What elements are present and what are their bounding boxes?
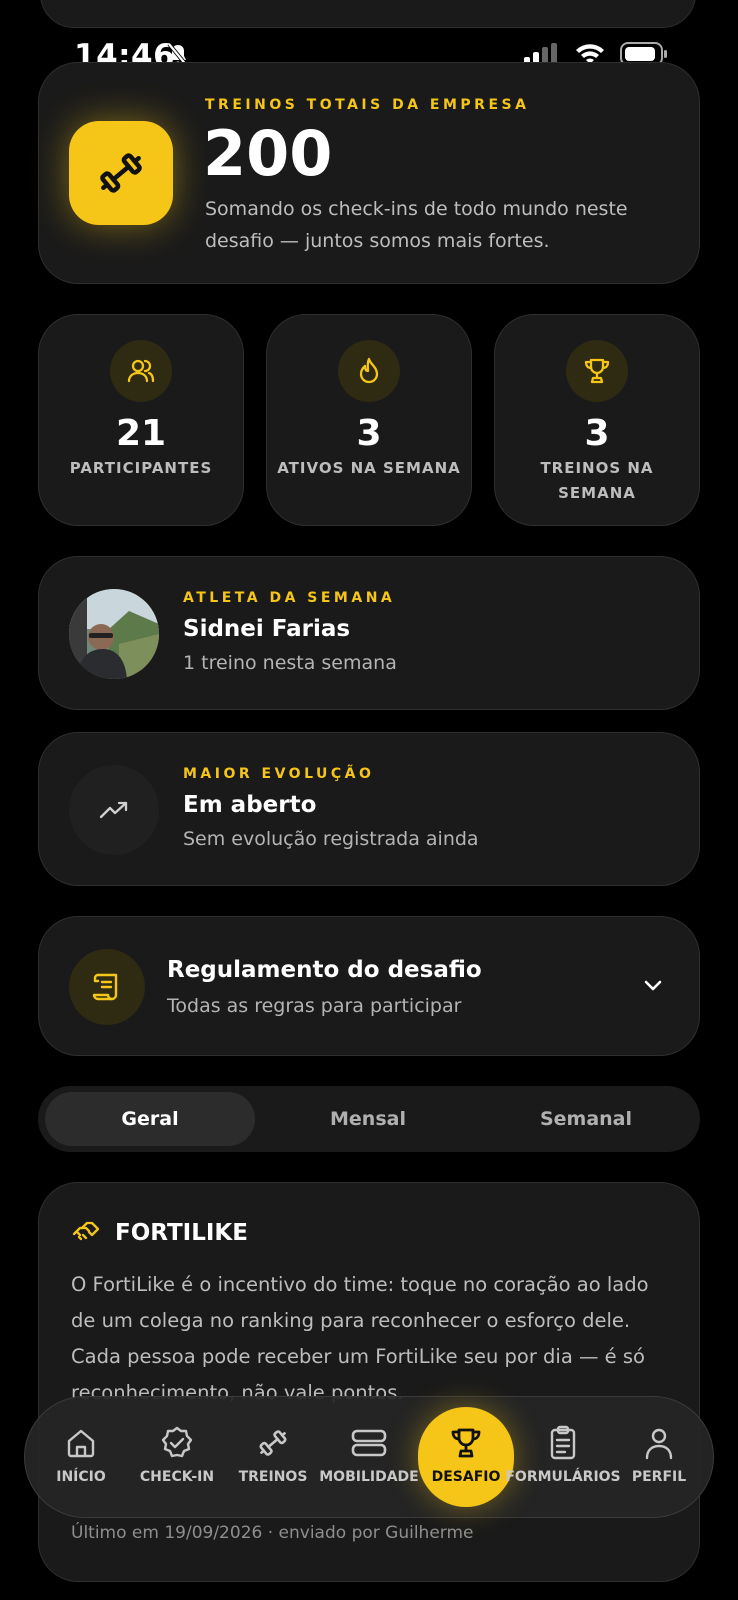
- athlete-name: Sidnei Farias: [183, 616, 351, 642]
- nav-item-formularios[interactable]: FORMULÁRIOS: [505, 1397, 621, 1517]
- stat-label: ATIVOS NA SEMANA: [277, 459, 461, 477]
- fortilike-footer: Último em 19/09/2026 · enviado por Guilh…: [71, 1523, 474, 1543]
- check-badge-icon: [129, 1423, 225, 1463]
- fortilike-title: FORTILIKE: [115, 1220, 248, 1246]
- person-icon: [611, 1423, 707, 1463]
- evolution-eyebrow: MAIOR EVOLUÇÃO: [183, 766, 375, 782]
- ranking-period-tabs: Geral Mensal Semanal: [38, 1086, 700, 1152]
- avatar: [69, 589, 159, 679]
- scroll-icon: [69, 949, 145, 1025]
- totals-value: 200: [203, 117, 333, 190]
- trending-up-icon: [69, 765, 159, 855]
- athlete-detail: 1 treino nesta semana: [183, 652, 397, 674]
- stat-label: TREINOS NA SEMANA: [540, 459, 654, 502]
- chevron-down-icon: [641, 973, 665, 1001]
- stat-value: 3: [584, 413, 610, 454]
- total-workouts-card: TREINOS TOTAIS DA EMPRESA 200 Somando os…: [38, 62, 700, 284]
- handshake-icon: [71, 1217, 101, 1249]
- dumbbell-icon: [69, 121, 173, 225]
- rules-title: Regulamento do desafio: [167, 957, 482, 983]
- rules-subtitle: Todas as regras para participar: [167, 995, 462, 1017]
- totals-description: Somando os check-ins de todo mundo neste…: [205, 198, 628, 252]
- home-icon: [33, 1423, 129, 1463]
- stat-label: PARTICIPANTES: [69, 459, 213, 477]
- nav-item-mobilidade[interactable]: MOBILIDADE: [319, 1397, 419, 1517]
- athlete-of-week-card[interactable]: ATLETA DA SEMANA Sidnei Farias 1 treino …: [38, 556, 700, 710]
- stat-participants: 21 PARTICIPANTES: [38, 314, 244, 526]
- tab-semanal[interactable]: Semanal: [481, 1092, 691, 1146]
- biggest-evolution-card[interactable]: MAIOR EVOLUÇÃO Em aberto Sem evolução re…: [38, 732, 700, 886]
- nav-item-perfil[interactable]: PERFIL: [611, 1397, 707, 1517]
- nav-label: PERFIL: [631, 1469, 687, 1485]
- fortilike-body: O FortiLike é o incentivo do time: toque…: [71, 1273, 649, 1404]
- athlete-eyebrow: ATLETA DA SEMANA: [183, 590, 396, 606]
- trophy-icon: [566, 340, 628, 402]
- dumbbell-icon: [225, 1423, 321, 1463]
- fortilike-card: FORTILIKE O FortiLike é o incentivo do t…: [38, 1182, 700, 1582]
- tab-geral[interactable]: Geral: [45, 1092, 255, 1146]
- stat-value: 21: [115, 413, 167, 454]
- flame-icon: [338, 340, 400, 402]
- trophy-icon: [418, 1423, 514, 1463]
- clipboard-icon: [515, 1423, 611, 1463]
- nav-item-check-in[interactable]: CHECK-IN: [129, 1397, 225, 1517]
- challenge-rules-toggle[interactable]: Regulamento do desafio Todas as regras p…: [38, 916, 700, 1056]
- bottom-navigation: INÍCIO CHECK-IN TREINOS MOBILIDADE DESAF…: [24, 1396, 714, 1518]
- tab-mensal[interactable]: Mensal: [263, 1092, 473, 1146]
- nav-item-inicio[interactable]: INÍCIO: [33, 1397, 129, 1517]
- stat-active-week: 3 ATIVOS NA SEMANA: [266, 314, 472, 526]
- users-icon: [110, 340, 172, 402]
- stack-icon: [321, 1423, 417, 1463]
- stat-value: 3: [356, 413, 382, 454]
- evolution-title: Em aberto: [183, 792, 317, 818]
- evolution-detail: Sem evolução registrada ainda: [183, 828, 479, 850]
- stat-workouts-week: 3 TREINOS NA SEMANA: [494, 314, 700, 526]
- nav-item-desafio[interactable]: DESAFIO: [418, 1397, 514, 1517]
- previous-card-fragment: [40, 0, 696, 28]
- nav-item-treinos[interactable]: TREINOS: [225, 1397, 321, 1517]
- totals-eyebrow: TREINOS TOTAIS DA EMPRESA: [205, 97, 530, 113]
